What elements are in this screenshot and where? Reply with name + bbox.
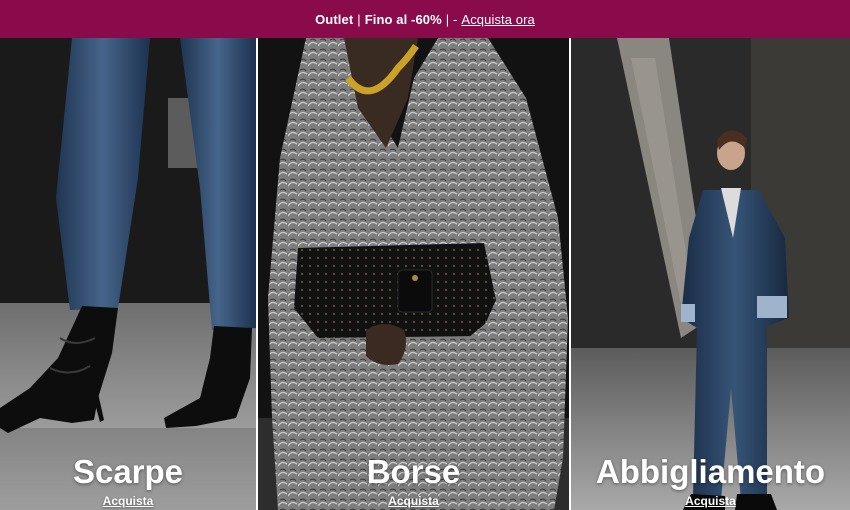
promo-separator: | xyxy=(357,11,361,27)
shoes-photo xyxy=(0,38,256,510)
shoes-caption: Scarpe Acquista xyxy=(0,454,256,510)
shop-shoes-link[interactable]: Acquista xyxy=(103,494,154,508)
bags-caption: Borse Acquista xyxy=(258,454,569,510)
category-title: Scarpe xyxy=(72,453,184,490)
promo-shop-now-link[interactable]: Acquista ora xyxy=(461,12,534,27)
clothing-caption: Abbigliamento Acquista xyxy=(571,454,850,510)
category-tiles: Scarpe Acquista Borse Acquista Abbigliam… xyxy=(0,38,850,510)
category-title: Borse xyxy=(366,453,461,490)
promo-label: Outlet xyxy=(315,11,354,27)
shop-clothing-link[interactable]: Acquista xyxy=(685,494,736,508)
shop-bags-link[interactable]: Acquista xyxy=(388,494,439,508)
promo-banner: Outlet | Fino al -60% | - Acquista ora xyxy=(0,0,850,38)
promo-separator-2: | - xyxy=(445,11,458,27)
category-tile-bags[interactable]: Borse Acquista xyxy=(258,38,569,510)
promo-offer: Fino al -60% xyxy=(364,11,442,27)
category-tile-clothing[interactable]: Abbigliamento Acquista xyxy=(571,38,850,510)
category-tile-shoes[interactable]: Scarpe Acquista xyxy=(0,38,256,510)
category-title: Abbigliamento xyxy=(595,453,826,490)
clothing-photo xyxy=(571,38,850,510)
bags-photo xyxy=(258,38,569,510)
